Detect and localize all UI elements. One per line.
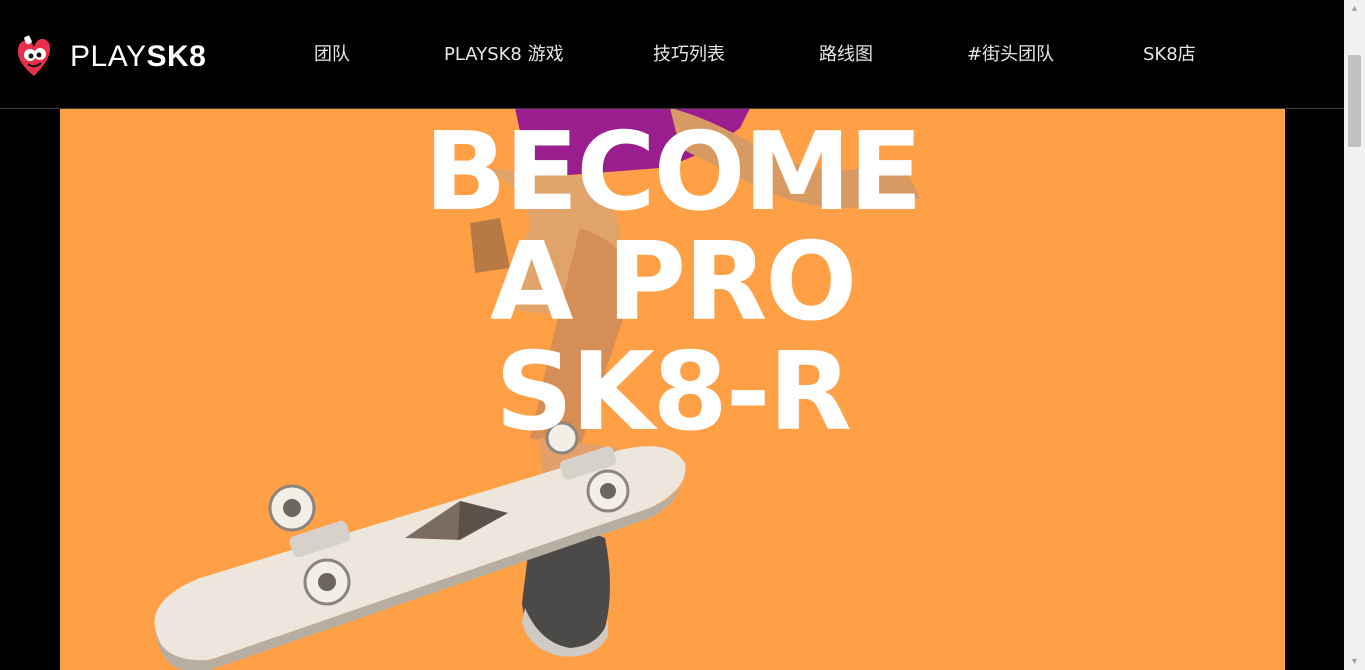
heart-mascot-icon: [17, 35, 51, 76]
nav-item-roadmap[interactable]: 路线图: [819, 40, 873, 66]
hero-headline: BECOME A PRO SK8-R: [60, 108, 1285, 448]
top-navigation-bar: PLAYSK8 团队 PLAYSK8 游戏 技巧列表 路线图 #街头团队 SK8…: [0, 0, 1344, 109]
brand-logo[interactable]: PLAYSK8: [16, 34, 236, 80]
nav-item-sk8-shop[interactable]: SK8店: [1143, 40, 1196, 66]
brand-name-light: PLAY: [70, 40, 147, 73]
scroll-down-arrow-icon[interactable]: ▼: [1344, 653, 1365, 670]
scroll-up-arrow-icon[interactable]: ▲: [1344, 0, 1365, 17]
hero-banner: BECOME A PRO SK8-R: [60, 108, 1285, 670]
nav-item-trick-list[interactable]: 技巧列表: [653, 40, 725, 66]
brand-name-bold: SK8: [146, 40, 207, 73]
hero-headline-line-1: BECOME: [424, 110, 922, 235]
hero-headline-line-2: A PRO: [489, 220, 857, 345]
brand-wordmark: PLAYSK8: [70, 40, 206, 74]
nav-item-team[interactable]: 团队: [314, 40, 350, 66]
nav-item-street-team[interactable]: #街头团队: [967, 40, 1054, 66]
scroll-thumb[interactable]: [1348, 55, 1361, 147]
nav-item-playsk8-game[interactable]: PLAYSK8 游戏: [444, 40, 564, 66]
hero-headline-line-3: SK8-R: [495, 330, 852, 455]
page-scrollbar[interactable]: ▲ ▼: [1344, 0, 1365, 670]
